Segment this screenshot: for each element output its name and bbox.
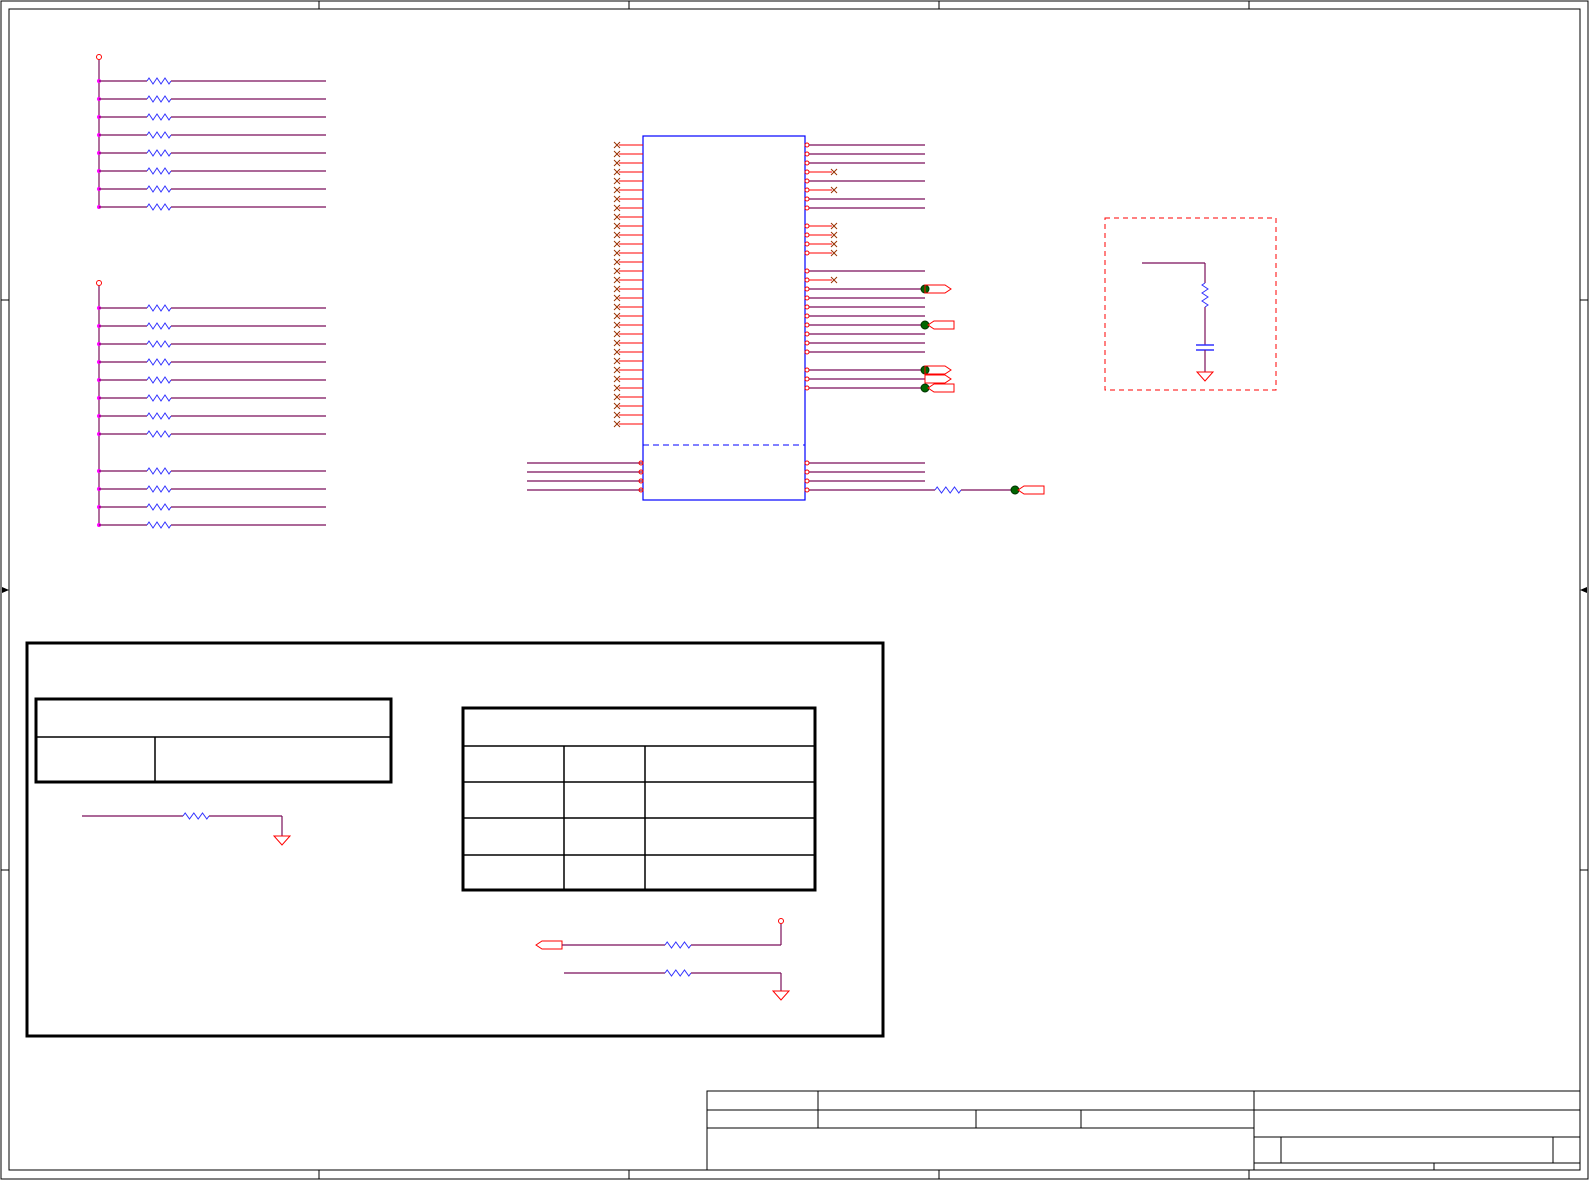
power-rail-icon <box>96 54 102 60</box>
drawing-frame <box>0 0 1589 1180</box>
ground-icon <box>771 990 791 1001</box>
resistor-icon <box>146 149 172 157</box>
resistor-icon <box>146 485 172 493</box>
resistor-icon <box>146 113 172 121</box>
resistor-icon <box>146 412 172 420</box>
title-block-border <box>706 1090 1581 1171</box>
resistor-icon <box>146 394 172 402</box>
resistor-icon <box>146 358 172 366</box>
zone-arrow-left <box>2 587 9 593</box>
offpage-connector-icon <box>1017 485 1045 495</box>
resistor-icon <box>146 167 172 175</box>
resistor-icon <box>146 467 172 475</box>
outer-border <box>0 0 1589 1180</box>
strap-option-block <box>25 641 885 1038</box>
ground-icon <box>272 835 292 846</box>
strap-table-right <box>461 706 817 892</box>
resistor-icon <box>146 185 172 193</box>
schematic-sheet <box>0 0 1589 1180</box>
title-block <box>706 1090 1581 1171</box>
resistor-icon <box>146 503 172 511</box>
power-rail-icon <box>778 918 784 924</box>
resistor-icon <box>146 95 172 103</box>
resistor-icon <box>664 941 692 949</box>
offpage-connector-icon <box>927 383 955 393</box>
resistor-icon <box>934 486 962 494</box>
resistor-icon <box>1201 282 1209 308</box>
resistor-icon <box>146 77 172 85</box>
strap-block-border <box>25 641 885 1038</box>
main-ic-symbol <box>527 135 1045 501</box>
resistor-icon <box>146 203 172 211</box>
resistor-icon <box>146 430 172 438</box>
resistor-icon <box>146 304 172 312</box>
offpage-connector-icon <box>927 320 955 330</box>
power-rail-icon <box>96 280 102 286</box>
resistor-icon <box>182 812 210 820</box>
resistor-icon <box>146 322 172 330</box>
resistor-icon <box>146 131 172 139</box>
offpage-connector-icon <box>924 374 952 384</box>
rc-filter-box <box>1104 217 1277 391</box>
pullup-resistor-bank-1 <box>96 54 326 211</box>
ground-icon <box>1195 371 1215 382</box>
offpage-connector-icon <box>535 940 563 950</box>
dashed-region <box>1104 217 1277 391</box>
resistor-icon <box>146 376 172 384</box>
inner-border <box>8 8 1581 1171</box>
pullup-resistor-bank-2 <box>96 280 326 529</box>
zone-arrow-right <box>1580 587 1587 593</box>
strap-table-left <box>34 697 393 784</box>
resistor-icon <box>146 340 172 348</box>
resistor-icon <box>146 521 172 529</box>
resistor-icon <box>664 969 692 977</box>
